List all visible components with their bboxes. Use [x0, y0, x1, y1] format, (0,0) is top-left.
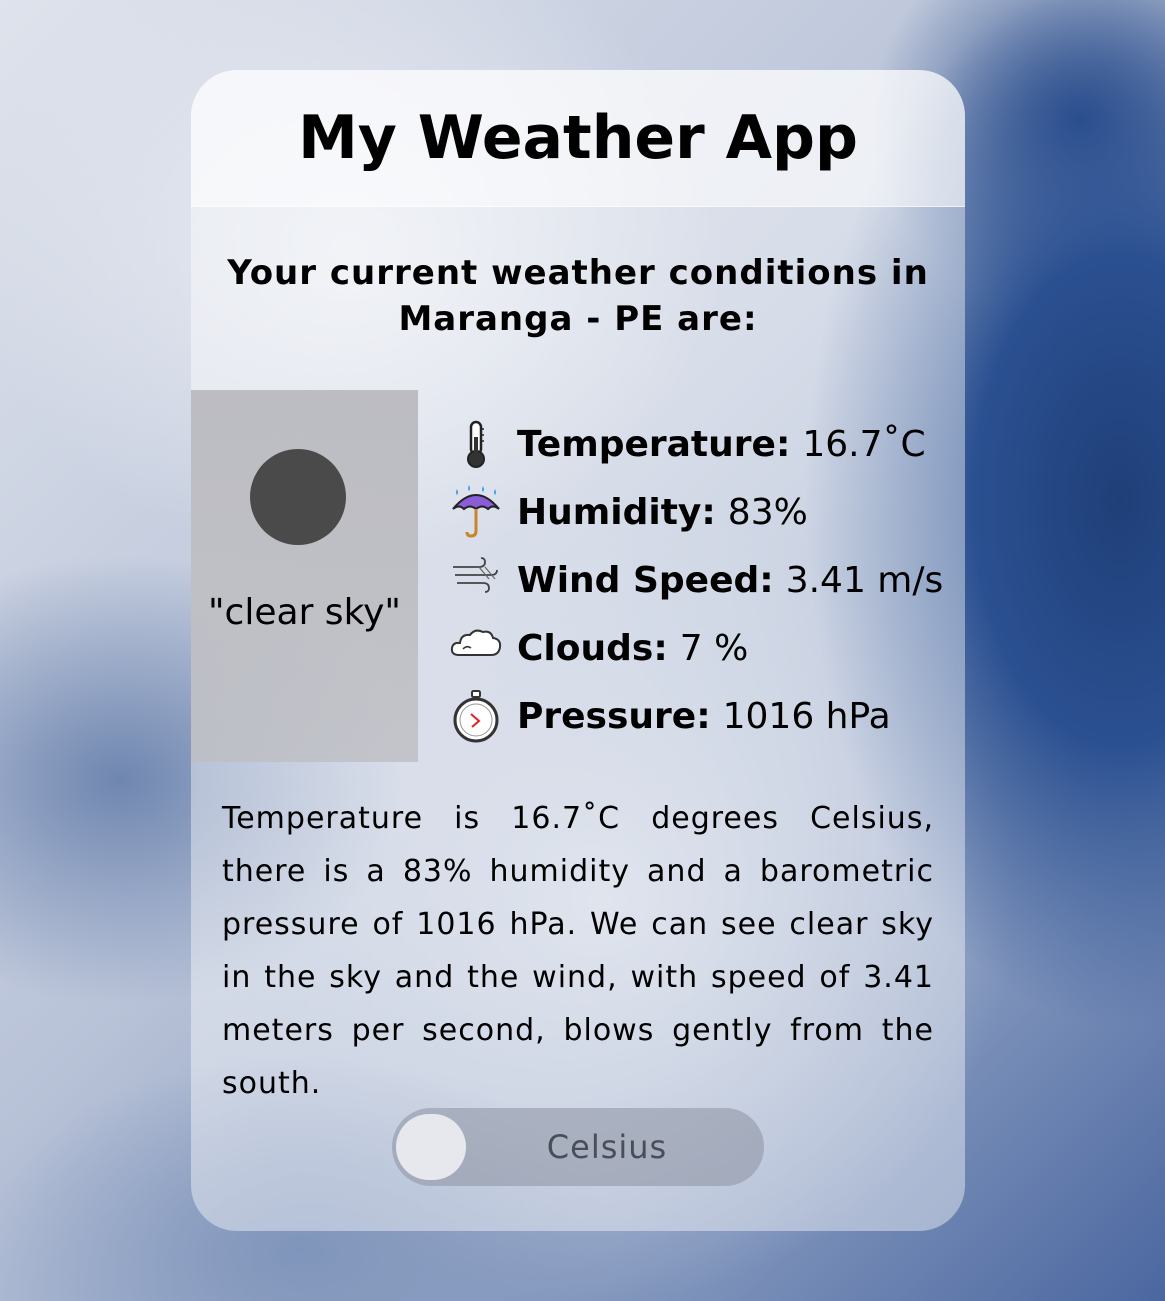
stat-clouds: Clouds: 7 % — [449, 614, 949, 682]
toggle-knob[interactable] — [396, 1114, 466, 1180]
stat-label: Wind Speed: — [517, 559, 774, 601]
weather-card: My Weather App Your current weather cond… — [191, 70, 965, 1231]
stat-label: Pressure: — [517, 695, 711, 737]
stopwatch-icon — [453, 690, 499, 743]
app-title: My Weather App — [298, 103, 858, 173]
stat-value: 83% — [727, 491, 808, 533]
weather-condition-icon — [250, 449, 346, 545]
stat-label: Clouds: — [517, 627, 668, 669]
stat-value: 3.41 m/s — [785, 559, 944, 601]
stat-label: Humidity: — [517, 491, 716, 533]
location-heading-line1: Your current weather conditions in — [227, 253, 929, 293]
stat-temperature: Temperature: 16.7˚C — [449, 410, 949, 478]
weather-stats-list: Temperature: 16.7˚C Humidity: 83% Wind S… — [449, 410, 949, 750]
location-heading-line2: Maranga - PE are: — [398, 299, 758, 339]
sky-description: "clear sky" — [208, 592, 401, 633]
stat-wind-speed: Wind Speed: 3.41 m/s — [449, 546, 949, 614]
location-heading: Your current weather conditions in Maran… — [221, 250, 935, 342]
sky-condition-panel: "clear sky" — [191, 390, 418, 762]
stat-value: 7 % — [679, 627, 749, 669]
stat-value: 1016 hPa — [722, 695, 891, 737]
stat-label: Temperature: — [517, 423, 791, 465]
stat-pressure: Pressure: 1016 hPa — [449, 682, 949, 750]
stat-humidity: Humidity: 83% — [449, 478, 949, 546]
umbrella-rain-icon — [452, 485, 500, 538]
thermometer-icon — [467, 420, 485, 468]
weather-summary: Temperature is 16.7˚C degrees Celsius, t… — [222, 801, 934, 1101]
wind-icon — [453, 557, 498, 593]
stat-value: 16.7˚C — [802, 423, 926, 465]
unit-toggle[interactable]: Celsius — [392, 1108, 764, 1186]
card-header: My Weather App — [191, 70, 965, 207]
cloud-icon — [450, 629, 502, 656]
toggle-label: Celsius — [546, 1128, 668, 1166]
